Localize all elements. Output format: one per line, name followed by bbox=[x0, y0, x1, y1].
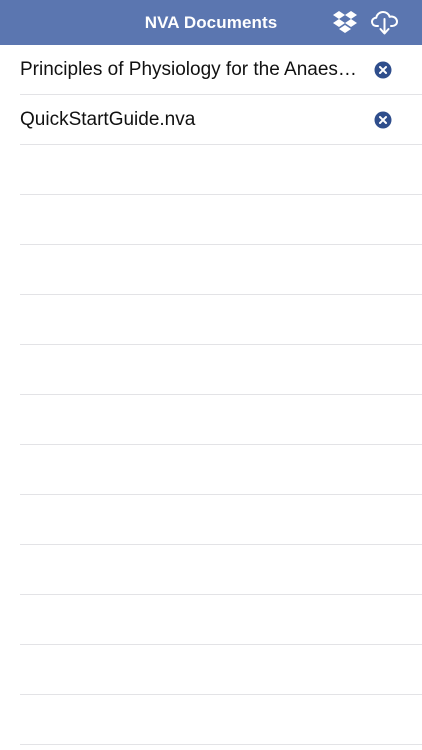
empty-row bbox=[0, 495, 422, 545]
empty-row bbox=[0, 445, 422, 495]
empty-row bbox=[0, 295, 422, 345]
remove-icon[interactable] bbox=[374, 61, 392, 79]
document-row[interactable]: Principles of Physiology for the Anaesth… bbox=[0, 45, 422, 95]
dropbox-icon[interactable] bbox=[331, 9, 359, 37]
empty-row bbox=[0, 145, 422, 195]
empty-row bbox=[0, 695, 422, 745]
document-name: Principles of Physiology for the Anaesth… bbox=[20, 59, 360, 80]
remove-icon[interactable] bbox=[374, 111, 392, 129]
document-row[interactable]: QuickStartGuide.nva bbox=[0, 95, 422, 145]
cloud-download-icon[interactable] bbox=[370, 9, 400, 37]
empty-row bbox=[0, 345, 422, 395]
app-screen: NVA Documents Principles of Physiology f… bbox=[0, 0, 422, 750]
navigation-bar: NVA Documents bbox=[0, 0, 422, 45]
empty-row bbox=[0, 595, 422, 645]
empty-row bbox=[0, 645, 422, 695]
document-name: QuickStartGuide.nva bbox=[20, 109, 196, 130]
empty-row bbox=[0, 195, 422, 245]
empty-row bbox=[0, 395, 422, 445]
document-list: Principles of Physiology for the Anaesth… bbox=[0, 45, 422, 745]
empty-row bbox=[0, 545, 422, 595]
empty-row bbox=[0, 245, 422, 295]
